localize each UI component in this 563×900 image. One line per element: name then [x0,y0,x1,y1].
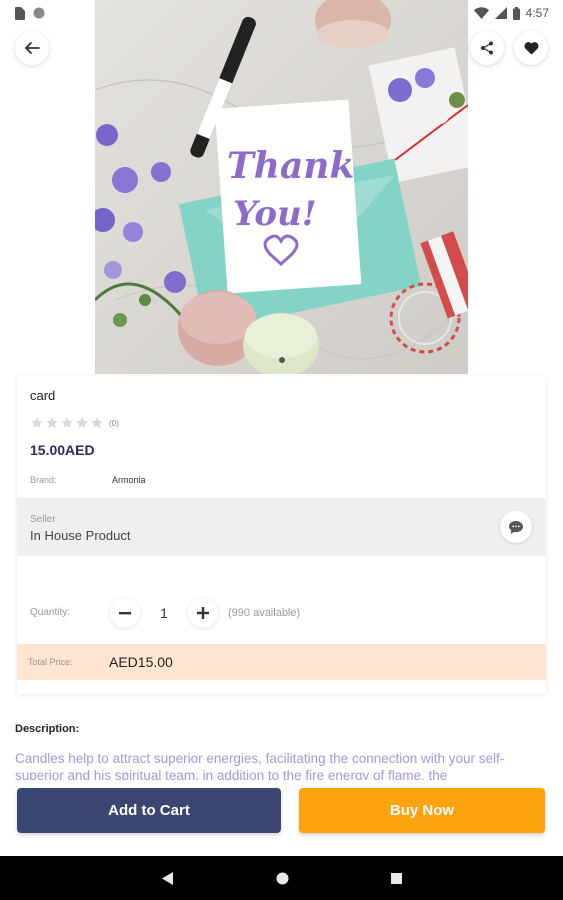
star-icon [91,417,103,428]
star-icon [76,417,88,428]
share-button[interactable] [470,31,504,65]
system-navigation-bar [0,856,563,900]
battery-icon [512,6,520,20]
brand-value[interactable]: Armonia [112,475,146,485]
product-price: 15.00AED [30,442,95,458]
description-text: Candles help to attract superior energie… [15,751,505,782]
product-image[interactable]: Thank You! [95,0,468,374]
seller-section: Seller In House Product [17,498,546,556]
minus-icon [119,612,131,615]
available-stock: (990 available) [228,607,301,619]
star-icon [46,417,58,428]
circle-notification-icon [33,7,45,19]
add-to-cart-button[interactable]: Add to Cart [17,788,281,833]
decrease-quantity-button[interactable] [110,598,140,628]
quantity-label: Quantity: [30,607,71,618]
share-icon [481,41,493,55]
hero-card-text-line2: You! [233,194,317,234]
seller-name: In House Product [30,528,131,543]
status-bar: 4:57 [0,0,563,26]
product-name: card [30,388,56,403]
wifi-icon [473,7,489,19]
increase-quantity-button[interactable] [188,598,218,628]
quantity-value: 1 [160,605,168,621]
star-icon [61,417,73,428]
product-photo: Thank You! [95,0,468,374]
star-icon [31,417,43,428]
total-price-section: Total Price: AED15.00 [17,644,546,680]
total-price-label: Total Price: [28,657,73,667]
favorite-button[interactable] [514,31,548,65]
nav-home-icon[interactable] [276,872,289,885]
nav-back-icon[interactable] [161,871,174,885]
nav-recents-icon[interactable] [390,872,402,884]
product-details-card: card (0) 15.00AED Brand: Armonia Seller … [17,376,546,694]
image-pager-dot [279,357,285,363]
rating-count: (0) [109,418,119,428]
heart-icon [524,42,538,55]
total-price-value: AED15.00 [109,654,173,670]
status-time: 4:57 [525,6,549,20]
plus-icon [197,607,209,619]
chat-with-seller-button[interactable] [500,511,532,543]
seller-label: Seller [30,514,56,525]
buy-now-button[interactable]: Buy Now [299,788,545,833]
rating-stars: (0) [30,416,119,430]
bottom-action-bar: Add to Cart Buy Now [0,780,563,856]
sim-card-icon [15,6,25,20]
product-detail-screen: 4:57 Thank You! card (0) 15.00AED Brand:… [0,0,563,900]
hero-card-text-line1: Thank [227,145,354,187]
signal-icon [494,7,507,19]
chat-icon [509,520,523,534]
description-title: Description: [15,723,80,735]
back-arrow-icon [25,42,40,54]
brand-label: Brand: [30,475,57,485]
back-button[interactable] [15,31,49,65]
